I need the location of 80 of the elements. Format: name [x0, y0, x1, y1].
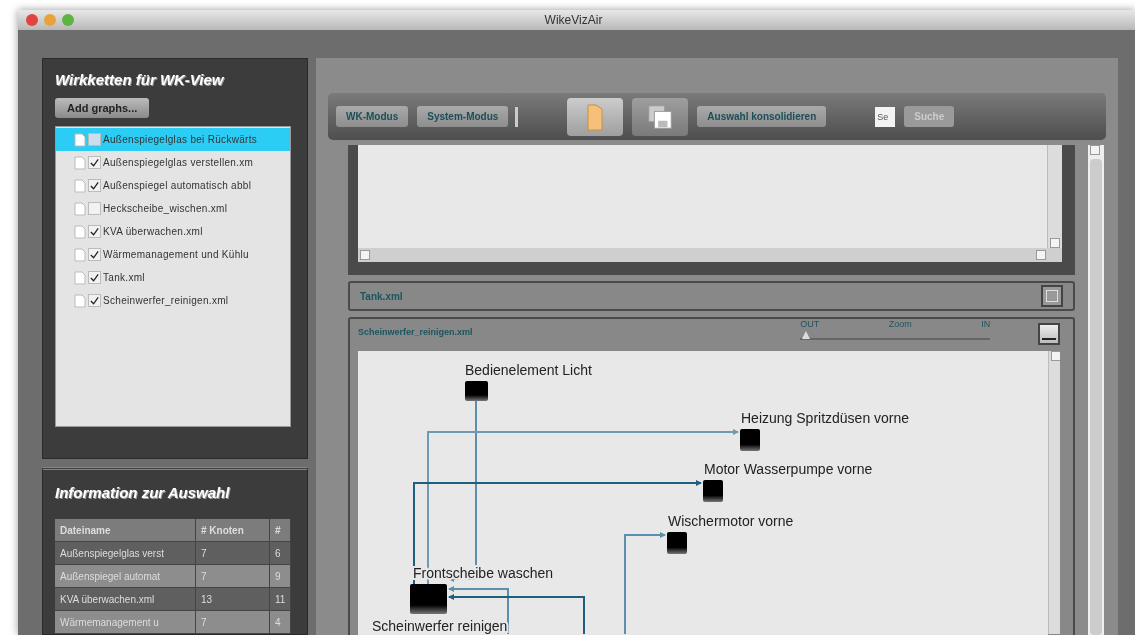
document-icon — [74, 293, 86, 308]
checkbox[interactable] — [88, 179, 101, 192]
folder-button[interactable] — [567, 97, 624, 136]
table-cell: 9 — [270, 565, 291, 587]
table-cell: Wärmemanagement u — [55, 611, 196, 633]
document-icon — [74, 132, 86, 147]
node-label: Heizung Spritzdüsen vorne — [741, 410, 910, 426]
table-cell: 7 — [196, 542, 270, 564]
node-label: Wischermotor vorne — [668, 513, 794, 529]
checkbox[interactable] — [88, 271, 101, 284]
file-list-item[interactable]: Außenspiegel automatisch abbl — [56, 174, 290, 197]
scroll-left-icon[interactable] — [360, 250, 370, 260]
document-icon — [74, 247, 86, 262]
table-cell: KVA überwachen.xml — [55, 588, 196, 610]
table-cell: 4 — [270, 611, 291, 633]
table-cell: 13 — [196, 588, 270, 610]
checkbox[interactable] — [88, 202, 101, 215]
file-list-item[interactable]: Tank.xml — [56, 266, 290, 289]
add-graphs-button[interactable]: Add graphs... — [55, 98, 150, 118]
checkbox[interactable] — [88, 248, 101, 261]
horizontal-scrollbar[interactable] — [358, 248, 1062, 262]
scroll-right-icon[interactable] — [1036, 250, 1046, 260]
table-cell: Außenspiegelglas verst — [55, 542, 196, 564]
document-icon — [74, 201, 86, 216]
checkbox[interactable] — [88, 156, 101, 169]
zoom-button[interactable] — [62, 14, 74, 26]
minimize-panel-button[interactable] — [1038, 323, 1060, 345]
window-title: WikeVizAir — [543, 13, 604, 27]
graph-node[interactable] — [465, 381, 488, 401]
checkbox[interactable] — [88, 225, 101, 238]
file-list-item[interactable]: Außenspiegelglas bei Rückwärts — [56, 128, 290, 151]
file-list-item[interactable]: Scheinwerfer_reinigen.xml — [56, 289, 290, 312]
zoom-out-label: OUT — [800, 319, 820, 329]
table-cell: Außenspiegel automat — [55, 565, 196, 587]
table-cell: 6 — [270, 542, 291, 564]
file-name: Wärmemanagement und Kühlu — [103, 249, 249, 260]
file-name: Außenspiegel automatisch abbl — [103, 180, 252, 191]
document-icon — [74, 155, 86, 170]
zoom-in-label: IN — [981, 319, 991, 329]
node-label: Bedienelement Licht — [465, 362, 592, 378]
file-name: Tank.xml — [103, 272, 145, 283]
checkbox[interactable] — [88, 133, 101, 146]
expand-button[interactable] — [1041, 285, 1063, 307]
document-icon — [74, 270, 86, 285]
vertical-scrollbar[interactable] — [1088, 145, 1104, 635]
panel-title: Tank.xml — [360, 290, 403, 302]
vertical-scrollbar[interactable] — [1048, 351, 1060, 634]
file-name: Scheinwerfer_reinigen.xml — [103, 295, 229, 306]
table-cell: 11 — [270, 588, 291, 610]
panel-title: Wirkketten für WK-View — [55, 71, 225, 88]
slider-thumb[interactable] — [801, 331, 810, 339]
vertical-scrollbar[interactable] — [1047, 145, 1062, 248]
file-list-item[interactable]: Heckscheibe_wischen.xml — [56, 197, 290, 220]
file-name: Außenspiegelglas bei Rückwärts — [103, 134, 258, 145]
file-name: Außenspiegelglas verstellen.xm — [103, 157, 254, 168]
table-cell: 7 — [196, 565, 270, 587]
file-list-item[interactable]: Wärmemanagement und Kühlu — [56, 243, 290, 266]
node-label: Motor Wasserpumpe vorne — [704, 461, 873, 477]
graph-node[interactable] — [667, 532, 687, 554]
document-icon — [74, 224, 86, 239]
graph-node[interactable] — [740, 429, 760, 451]
close-button[interactable] — [26, 14, 38, 26]
file-name: KVA überwachen.xml — [103, 226, 203, 237]
save-button[interactable] — [632, 97, 689, 136]
graph-node[interactable] — [410, 584, 447, 614]
minimize-button[interactable] — [44, 14, 56, 26]
graph-node[interactable] — [703, 480, 723, 502]
panel-title: Information zur Auswahl — [55, 484, 231, 501]
panel-title: Scheinwerfer_reinigen.xml — [358, 327, 473, 337]
checkbox[interactable] — [88, 294, 101, 307]
file-name: Heckscheibe_wischen.xml — [103, 203, 228, 214]
scroll-up-icon[interactable] — [1090, 145, 1100, 155]
scroll-down-icon[interactable] — [1050, 238, 1060, 248]
zoom-label: Zoom — [888, 319, 912, 329]
file-list-item[interactable]: KVA überwachen.xml — [56, 220, 290, 243]
file-list-item[interactable]: Außenspiegelglas verstellen.xm — [56, 151, 290, 174]
scroll-up-icon[interactable] — [1051, 351, 1060, 361]
node-label: Scheinwerfer reinigen — [372, 618, 508, 634]
table-cell: 7 — [196, 611, 270, 633]
document-icon — [74, 178, 86, 193]
